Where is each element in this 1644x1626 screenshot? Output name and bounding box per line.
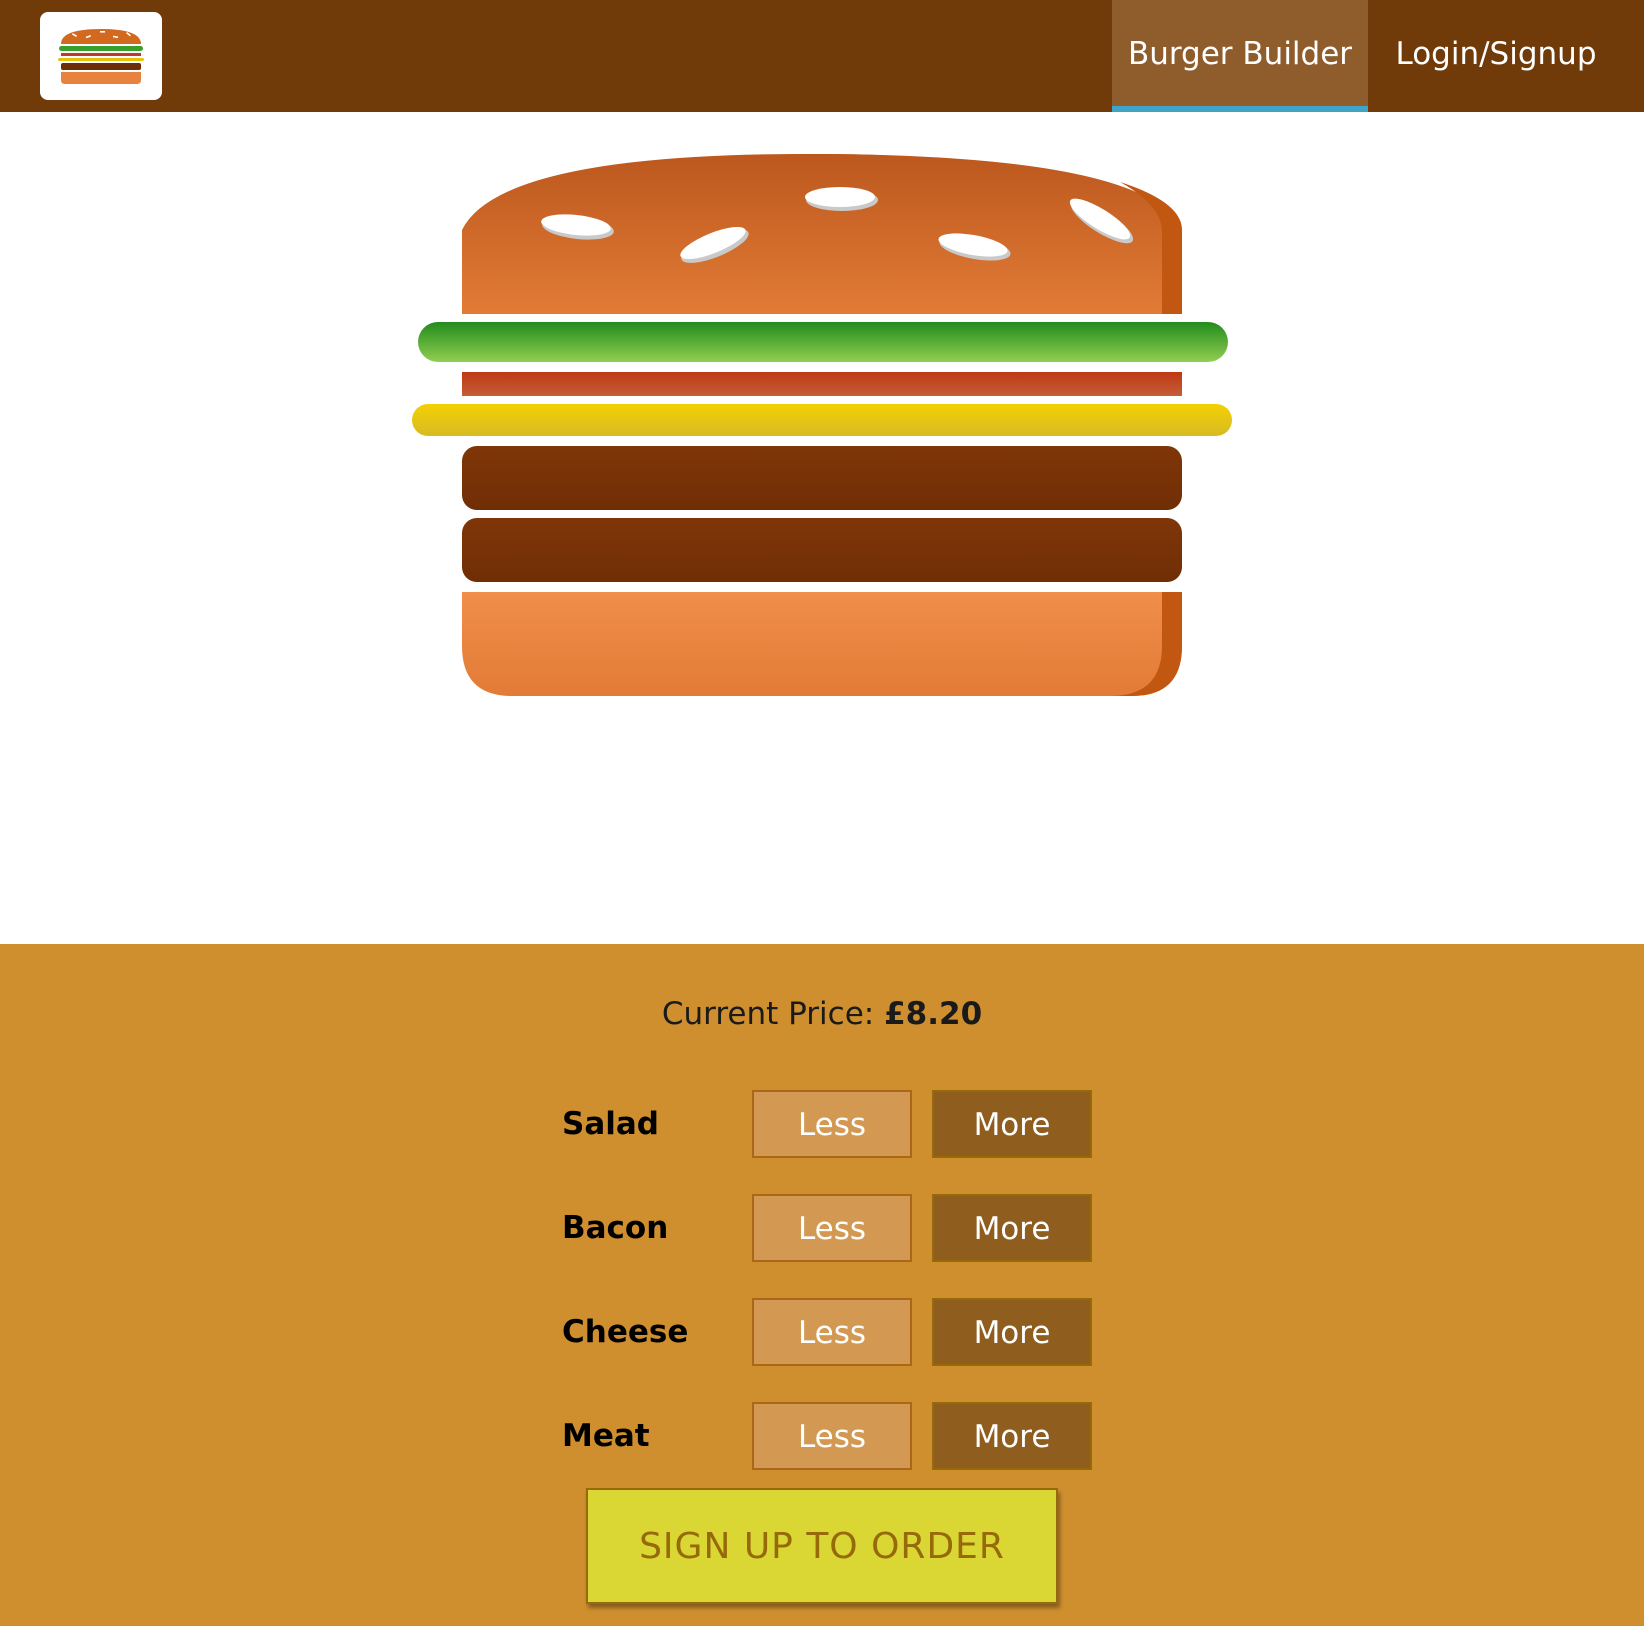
burger-preview	[0, 112, 1644, 944]
logo[interactable]	[40, 12, 162, 100]
ingredient-row-salad: Salad Less More	[562, 1090, 1102, 1158]
meat-layer	[462, 446, 1182, 510]
salad-more-button[interactable]: More	[932, 1090, 1092, 1158]
price-value: £8.20	[884, 996, 983, 1032]
bread-top	[462, 153, 1182, 314]
meat-less-button[interactable]: Less	[752, 1402, 912, 1470]
ingredient-label: Bacon	[562, 1210, 669, 1246]
ingredient-label: Cheese	[562, 1314, 689, 1350]
ingredient-row-cheese: Cheese Less More	[562, 1298, 1102, 1366]
cheese-layer	[412, 404, 1232, 436]
toolbar: Burger Builder Login/Signup	[0, 0, 1644, 112]
ingredient-label: Meat	[562, 1418, 650, 1454]
order-button[interactable]: SIGN UP TO ORDER	[586, 1488, 1058, 1604]
bacon-more-button[interactable]: More	[932, 1194, 1092, 1262]
bacon-layer	[462, 372, 1182, 396]
cheese-less-button[interactable]: Less	[752, 1298, 912, 1366]
cheese-more-button[interactable]: More	[932, 1298, 1092, 1366]
nav-login-signup[interactable]: Login/Signup	[1368, 0, 1624, 112]
salad-layer	[418, 322, 1228, 362]
bread-bottom	[462, 592, 1182, 696]
ingredient-row-bacon: Bacon Less More	[562, 1194, 1102, 1262]
salad-less-button[interactable]: Less	[752, 1090, 912, 1158]
burger-logo-icon	[58, 29, 144, 84]
bacon-less-button[interactable]: Less	[752, 1194, 912, 1262]
price-label: Current Price:	[661, 996, 885, 1032]
build-controls: Current Price: £8.20 Salad Less More Bac…	[0, 944, 1644, 1626]
nav-burger-builder[interactable]: Burger Builder	[1112, 0, 1368, 112]
ingredient-row-meat: Meat Less More	[562, 1402, 1102, 1470]
current-price: Current Price: £8.20	[0, 996, 1644, 1032]
meat-layer	[462, 518, 1182, 582]
ingredient-label: Salad	[562, 1106, 659, 1142]
meat-more-button[interactable]: More	[932, 1402, 1092, 1470]
